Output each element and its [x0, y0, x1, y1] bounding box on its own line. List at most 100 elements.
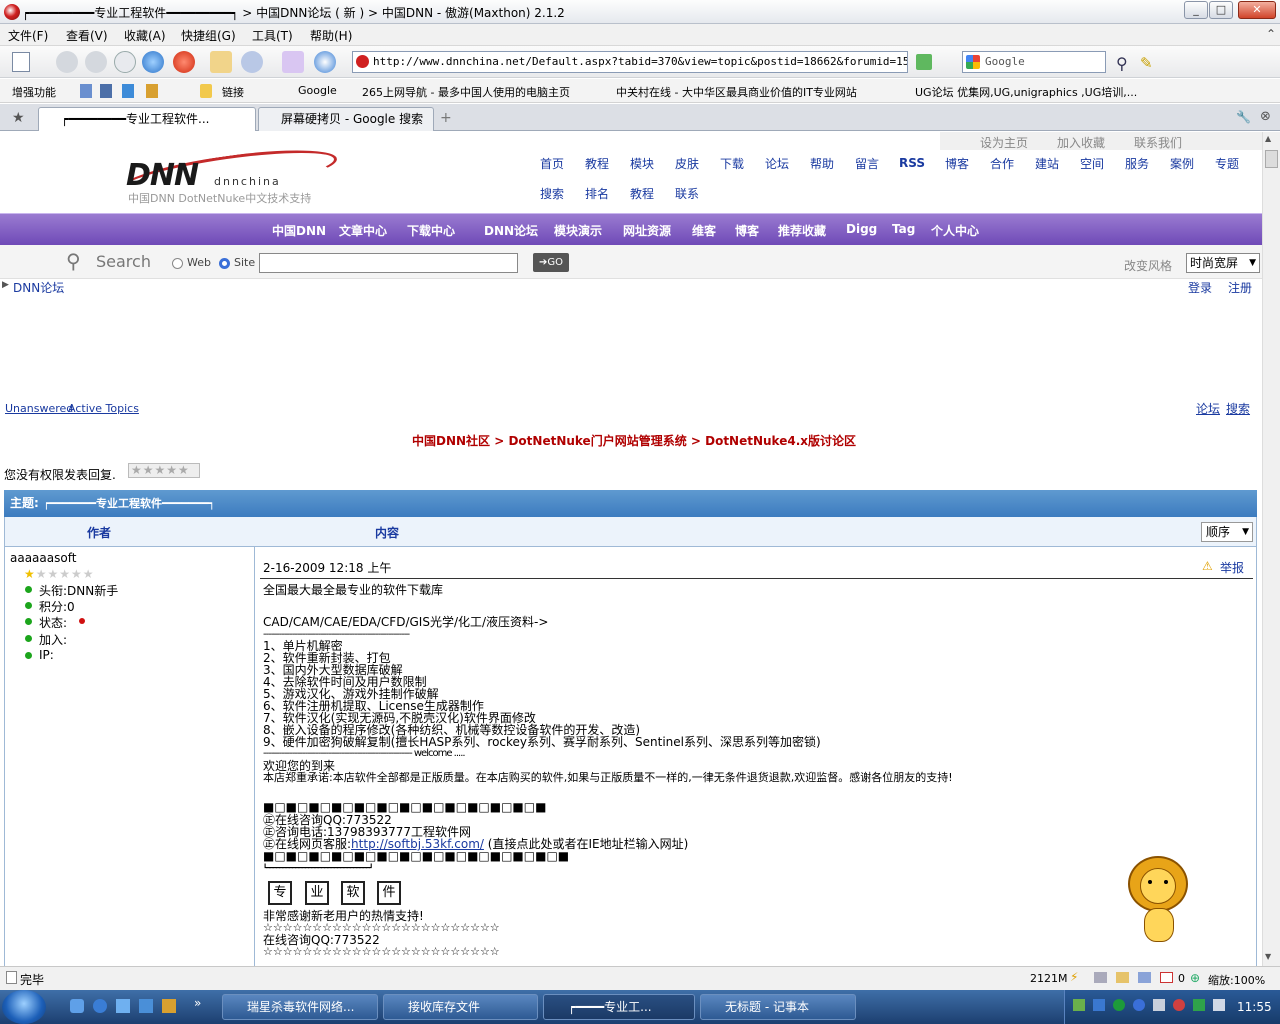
- tab-bar-close-icon[interactable]: ⊗: [1260, 109, 1271, 124]
- tray-icon[interactable]: [1093, 999, 1105, 1011]
- nav-search[interactable]: 搜索: [540, 185, 564, 202]
- nav-blog[interactable]: 博客: [945, 155, 969, 172]
- fav-icon-1[interactable]: [80, 84, 92, 98]
- go-button[interactable]: ➔GO: [533, 253, 569, 272]
- link-google[interactable]: Google: [298, 84, 337, 97]
- tab-google[interactable]: 屏幕硬拷贝 - Google 搜索: [258, 107, 434, 131]
- quicklaunch-icon-2[interactable]: [93, 999, 107, 1013]
- scroll-up-icon[interactable]: ▲: [1265, 134, 1271, 143]
- lion-mascot-icon[interactable]: [1126, 856, 1192, 946]
- quicklaunch-icon-5[interactable]: [162, 999, 176, 1013]
- register-link[interactable]: 注册: [1228, 279, 1252, 296]
- task-rising[interactable]: 瑞星杀毒软件网络...: [222, 994, 378, 1020]
- tray-icon[interactable]: [1193, 999, 1205, 1011]
- rating-stars-icon[interactable]: ★★★★★: [128, 463, 200, 478]
- folder-status-icon[interactable]: [1116, 972, 1129, 983]
- tab-list-icon[interactable]: ★: [12, 110, 25, 126]
- nav-rss[interactable]: RSS: [899, 156, 925, 170]
- new-tab-icon[interactable]: +: [440, 110, 452, 126]
- style-select[interactable]: 时尚宽屏 ▼: [1186, 253, 1260, 273]
- nav-ranking[interactable]: 排名: [585, 185, 609, 202]
- link-ug[interactable]: UG论坛 优集网,UG,unigraphics ,UG培训,...: [915, 84, 1137, 100]
- tray-icon[interactable]: [1153, 999, 1165, 1011]
- link-265[interactable]: 265上网导航 - 最多中国人使用的电脑主页: [362, 84, 570, 100]
- stop-icon[interactable]: [173, 51, 195, 73]
- add-favorite-link[interactable]: 加入收藏: [1057, 134, 1105, 151]
- mainnav-forum[interactable]: DNN论坛: [484, 222, 538, 239]
- tray-icon[interactable]: [1173, 999, 1185, 1011]
- scroll-thumb[interactable]: [1265, 150, 1278, 168]
- nav-build-site[interactable]: 建站: [1035, 155, 1059, 172]
- new-page-icon[interactable]: [12, 52, 30, 72]
- forward-icon[interactable]: [85, 51, 107, 73]
- fav-icon-2[interactable]: [100, 84, 112, 98]
- breadcrumb-forum[interactable]: DNN论坛: [13, 279, 64, 296]
- mainnav-articles[interactable]: 文章中心: [339, 222, 387, 239]
- history-dropdown-icon[interactable]: [114, 51, 136, 73]
- site-search-input[interactable]: [259, 253, 518, 273]
- nav-forum[interactable]: 论坛: [765, 155, 789, 172]
- set-homepage-link[interactable]: 设为主页: [980, 134, 1028, 151]
- volume-icon[interactable]: [1213, 999, 1225, 1011]
- mainnav-user-center[interactable]: 个人中心: [931, 222, 979, 239]
- active-topics-link[interactable]: Active Topics: [68, 402, 139, 415]
- scroll-down-icon[interactable]: ▼: [1265, 952, 1271, 961]
- task-folder[interactable]: 接收库存文件: [383, 994, 538, 1020]
- nav-space[interactable]: 空间: [1080, 155, 1104, 172]
- contact-us-link[interactable]: 联系我们: [1134, 134, 1182, 151]
- clock-icon[interactable]: [314, 51, 336, 73]
- lightning-icon[interactable]: ⚡: [1070, 970, 1078, 984]
- forum-path[interactable]: 中国DNN社区 > DotNetNuke门户网站管理系统 > DotNetNuk…: [412, 432, 856, 449]
- quicklaunch-icon-3[interactable]: [116, 999, 130, 1013]
- nav-help[interactable]: 帮助: [810, 155, 834, 172]
- link-zol[interactable]: 中关村在线 - 大中华区最具商业价值的IT专业网站: [616, 84, 857, 100]
- zoom-icon[interactable]: ⊕: [1190, 971, 1200, 985]
- mainnav-bookmarks[interactable]: 推荐收藏: [778, 222, 826, 239]
- printer-icon[interactable]: [1094, 972, 1107, 983]
- quicklaunch-icon-1[interactable]: [70, 999, 84, 1013]
- search-link[interactable]: 搜索: [1226, 400, 1250, 417]
- mainnav-wiki[interactable]: 维客: [692, 222, 716, 239]
- nav-tutorial-2[interactable]: 教程: [630, 185, 654, 202]
- report-link[interactable]: 举报: [1220, 559, 1244, 576]
- mainnav-dnn[interactable]: 中国DNN: [272, 222, 326, 239]
- nav-modules[interactable]: 模块: [630, 155, 654, 172]
- menu-tools[interactable]: 工具(T): [252, 27, 293, 44]
- more-icon[interactable]: »: [194, 996, 201, 1010]
- go-icon[interactable]: [916, 54, 932, 70]
- nav-topics[interactable]: 专题: [1215, 155, 1239, 172]
- refresh-icon[interactable]: [142, 51, 164, 73]
- nav-contact[interactable]: 联系: [675, 185, 699, 202]
- forum-link[interactable]: 论坛: [1196, 400, 1220, 417]
- start-button-icon[interactable]: [2, 990, 46, 1024]
- task-notepad[interactable]: 无标题 - 记事本: [700, 994, 856, 1020]
- tray-icon[interactable]: [1073, 999, 1085, 1011]
- fav-icon-3[interactable]: [122, 84, 134, 98]
- menu-file[interactable]: 文件(F): [8, 27, 48, 44]
- radio-web[interactable]: [172, 258, 183, 269]
- radio-site[interactable]: [219, 258, 230, 269]
- popup-blocker-icon[interactable]: [1160, 972, 1173, 983]
- nav-cases[interactable]: 案例: [1170, 155, 1194, 172]
- mainnav-demo[interactable]: 模块演示: [554, 222, 602, 239]
- back-icon[interactable]: [56, 51, 78, 73]
- nav-tutorial[interactable]: 教程: [585, 155, 609, 172]
- author-name[interactable]: aaaaaasoft: [10, 551, 76, 565]
- task-maxthon[interactable]: ┍━━━━专业工...: [543, 994, 695, 1020]
- login-link[interactable]: 登录: [1188, 279, 1212, 296]
- nav-guestbook[interactable]: 留言: [855, 155, 879, 172]
- menu-collapse-icon[interactable]: ⌃: [1266, 27, 1276, 41]
- highlight-icon[interactable]: ✎: [1140, 54, 1153, 72]
- close-button[interactable]: ✕: [1238, 1, 1276, 19]
- mainnav-tag[interactable]: Tag: [892, 222, 915, 236]
- minimize-button[interactable]: _: [1184, 1, 1208, 19]
- enhanced-features[interactable]: 增强功能: [12, 84, 56, 100]
- nav-cooperation[interactable]: 合作: [990, 155, 1014, 172]
- links-folder[interactable]: 链接: [222, 84, 244, 100]
- mainnav-blog[interactable]: 博客: [735, 222, 759, 239]
- vertical-scrollbar[interactable]: ▲ ▼: [1262, 132, 1280, 966]
- nav-service[interactable]: 服务: [1125, 155, 1149, 172]
- tab-forum[interactable]: ┍━━━━━━━━专业工程软件...: [38, 107, 256, 131]
- maximize-button[interactable]: □: [1209, 1, 1233, 19]
- mainnav-resources[interactable]: 网址资源: [623, 222, 671, 239]
